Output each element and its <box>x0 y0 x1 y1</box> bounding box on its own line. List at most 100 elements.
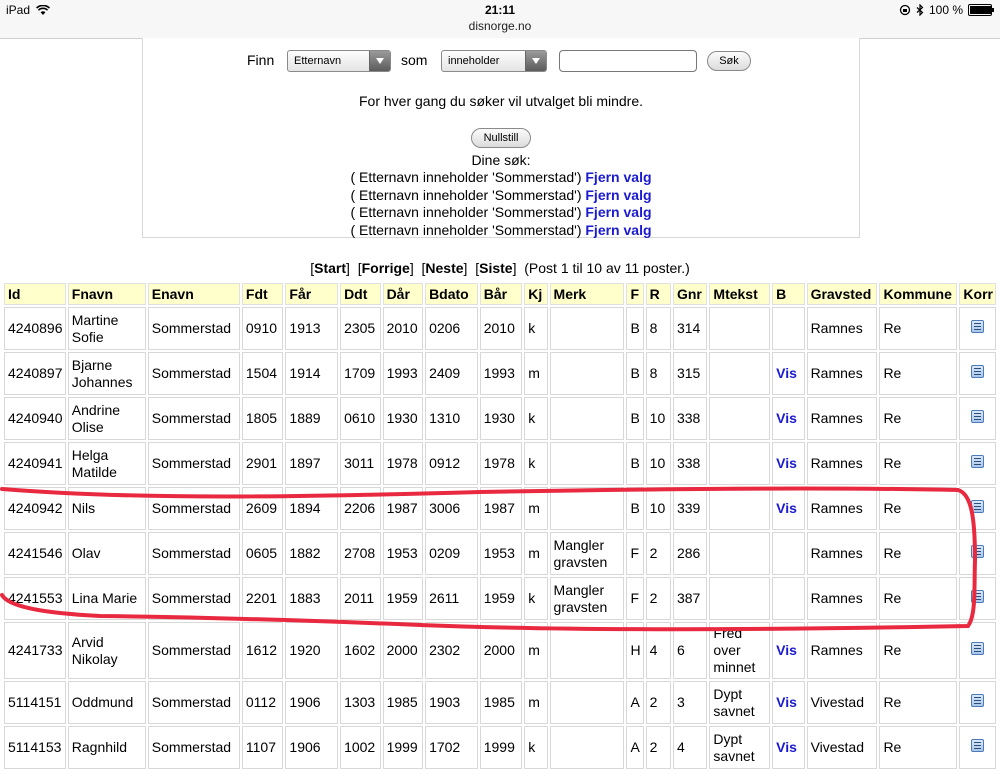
cell-gnr: 338 <box>672 397 708 440</box>
vis-link[interactable]: Vis <box>772 681 805 724</box>
previous-link[interactable]: Forrige <box>362 260 410 276</box>
cell-bdato: 2409 <box>425 352 478 395</box>
table-row[interactable]: 5114153 Ragnhild Sommerstad 1107 1906 1002 199… <box>4 726 996 769</box>
table-row[interactable]: 4240940 Andrine Olise Sommerstad 1805 1889 06… <box>4 397 996 440</box>
cell-korr <box>959 352 996 395</box>
cell-f: F <box>626 532 644 575</box>
cell-enavn: Sommerstad <box>147 397 240 440</box>
vis-link[interactable]: Vis <box>772 622 805 679</box>
table-row[interactable]: 5114151 Oddmund Sommerstad 0112 1906 1303 1985… <box>4 681 996 724</box>
cell-fnavn: Ragnhild <box>67 726 146 769</box>
table-row[interactable]: 4240941 Helga Matilde Sommerstad 2901 1897 30… <box>4 442 996 485</box>
cell-fdt: 1107 <box>241 726 284 769</box>
table-row[interactable]: 4240896 Martine Sofie Sommerstad 0910 1913 23… <box>4 307 996 350</box>
cell-dar: 1959 <box>382 577 424 620</box>
reset-button[interactable]: Nullstill <box>471 128 531 148</box>
remove-query-link[interactable]: Fjern valg <box>585 204 651 220</box>
cell-far: 1883 <box>285 577 339 620</box>
cell-fnavn: Helga Matilde <box>67 442 146 485</box>
edit-list-icon[interactable] <box>971 500 985 513</box>
cell-ddt: 1602 <box>340 622 381 679</box>
edit-list-icon[interactable] <box>971 320 985 333</box>
battery-icon <box>968 4 994 16</box>
search-button[interactable]: Søk <box>707 51 751 71</box>
edit-list-icon[interactable] <box>971 642 985 655</box>
operator-select[interactable]: inneholder <box>441 50 547 72</box>
remove-query-link[interactable]: Fjern valg <box>585 222 651 238</box>
cell-far: 1906 <box>285 726 339 769</box>
edit-list-icon[interactable] <box>971 739 985 752</box>
remove-query-link[interactable]: Fjern valg <box>585 187 651 203</box>
remove-query-link[interactable]: Fjern valg <box>585 169 651 185</box>
cell-kj: m <box>524 352 548 395</box>
cell-ddt: 1303 <box>340 681 381 724</box>
pagination-summary: (Post 1 til 10 av 11 poster.) <box>524 260 690 276</box>
cell-f: A <box>626 726 644 769</box>
last-link[interactable]: Siste <box>479 260 512 276</box>
cell-f: B <box>626 352 644 395</box>
column-header: Får <box>285 283 339 305</box>
cell-r: 2 <box>645 726 671 769</box>
table-row[interactable]: 4241546 Olav Sommerstad 0605 1882 2708 1953 020… <box>4 532 996 575</box>
edit-list-icon[interactable] <box>971 410 985 423</box>
cell-kj: k <box>524 307 548 350</box>
cell-r: 4 <box>645 622 671 679</box>
cell-id: 4240942 <box>4 487 66 530</box>
query-text: ( Etternavn inneholder 'Sommerstad') <box>350 169 582 185</box>
cell-kommune: Re <box>879 352 958 395</box>
next-link[interactable]: Neste <box>425 260 463 276</box>
cell-dar: 1930 <box>382 397 424 440</box>
cell-ddt: 1002 <box>340 726 381 769</box>
cell-fdt: 0910 <box>241 307 284 350</box>
address-url[interactable]: disnorge.no <box>0 19 1000 33</box>
cell-gravsted: Ramnes <box>806 352 878 395</box>
table-row[interactable]: 4241733 Arvid Nikolay Sommerstad 1612 1920 16… <box>4 622 996 679</box>
table-row[interactable]: 4241553 Lina Marie Sommerstad 2201 1883 2011 1… <box>4 577 996 620</box>
cell-mtekst <box>709 397 771 440</box>
edit-list-icon[interactable] <box>971 590 985 603</box>
cell-enavn: Sommerstad <box>147 726 240 769</box>
table-row[interactable]: 4240897 Bjarne Johannes Sommerstad 1504 1914… <box>4 352 996 395</box>
cell-merk: Mangler gravsten <box>549 577 625 620</box>
cell-enavn: Sommerstad <box>147 681 240 724</box>
field-select[interactable]: Etternavn <box>287 50 391 72</box>
cell-fnavn: Bjarne Johannes <box>67 352 146 395</box>
battery-fill <box>970 6 992 14</box>
cell-id: 4241733 <box>4 622 66 679</box>
cell-id: 5114151 <box>4 681 66 724</box>
cell-ddt: 2011 <box>340 577 381 620</box>
cell-gnr: 4 <box>672 726 708 769</box>
column-header: B <box>772 283 805 305</box>
cell-kj: k <box>524 397 548 440</box>
cell-gnr: 286 <box>672 532 708 575</box>
edit-list-icon[interactable] <box>971 365 985 378</box>
search-input[interactable] <box>559 50 697 72</box>
cell-far: 1882 <box>285 532 339 575</box>
edit-list-icon[interactable] <box>971 455 985 468</box>
cell-gnr: 338 <box>672 442 708 485</box>
cell-far: 1889 <box>285 397 339 440</box>
edit-list-icon[interactable] <box>971 694 985 707</box>
cell-merk <box>549 726 625 769</box>
vis-link[interactable]: Vis <box>772 397 805 440</box>
cell-r: 8 <box>645 307 671 350</box>
table-row[interactable]: 4240942 Nils Sommerstad 2609 1894 2206 1987 300… <box>4 487 996 530</box>
info-text: For hver gang du søker vil utvalget bli … <box>358 93 643 109</box>
edit-list-icon[interactable] <box>971 545 985 558</box>
cell-id: 4240896 <box>4 307 66 350</box>
cell-merk <box>549 307 625 350</box>
cell-fnavn: Lina Marie <box>67 577 146 620</box>
cell-dar: 1999 <box>382 726 424 769</box>
cell-fnavn: Olav <box>67 532 146 575</box>
cell-bar: 2010 <box>479 307 523 350</box>
start-link[interactable]: Start <box>314 260 346 276</box>
cell-dar: 1985 <box>382 681 424 724</box>
ios-status-bar: iPad 21:11 disnorge.no 100 % <box>0 0 1000 39</box>
vis-link[interactable]: Vis <box>772 726 805 769</box>
vis-link[interactable]: Vis <box>772 487 805 530</box>
cell-fdt: 2901 <box>241 442 284 485</box>
cell-kommune: Re <box>879 307 958 350</box>
cell-merk <box>549 622 625 679</box>
vis-link[interactable]: Vis <box>772 442 805 485</box>
vis-link[interactable]: Vis <box>772 352 805 395</box>
